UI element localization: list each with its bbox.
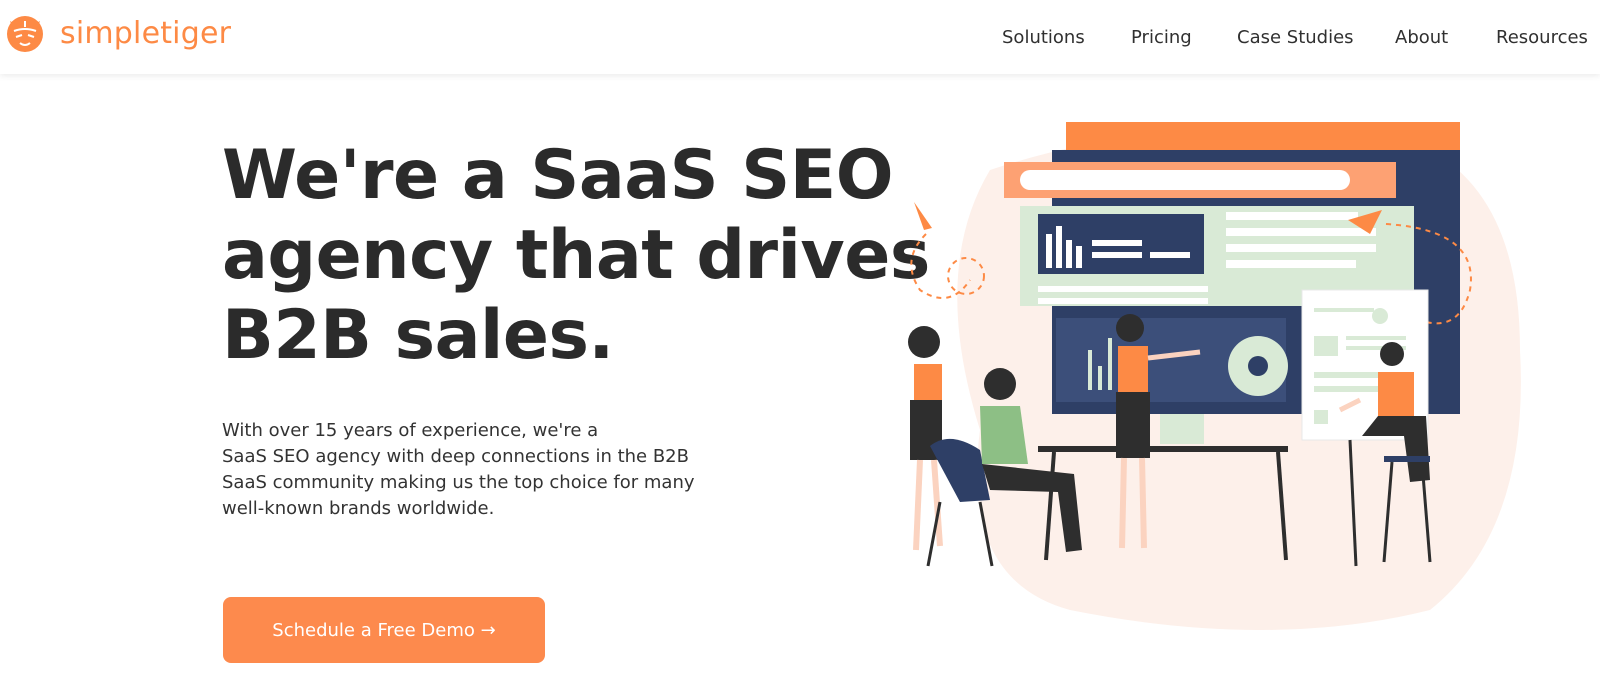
main-nav: Solutions Pricing Case Studies About Res… [0,24,1600,52]
team-working-illustration [908,122,1521,630]
hero-description-line-1: With over 15 years of experience, we're … [222,420,599,441]
schedule-demo-button[interactable]: Schedule a Free Demo → [223,597,545,663]
nav-solutions[interactable]: Solutions [1002,24,1085,52]
hero-title-line-3: B2B sales. [222,296,614,375]
hero-description-line-3: SaaS community making us the top choice … [222,472,695,493]
hero-description-line-2: SaaS SEO agency with deep connections in… [222,446,689,467]
hero-description-line-4: well-known brands worldwide. [222,498,495,519]
nav-case-studies[interactable]: Case Studies [1237,24,1354,52]
nav-resources[interactable]: Resources [1496,24,1588,52]
hero-description: With over 15 years of experience, we're … [222,418,722,522]
site-header: simpletiger Solutions Pricing Case Studi… [0,0,1600,74]
nav-pricing[interactable]: Pricing [1131,24,1192,52]
hero-title-line-2: agency that drives [222,216,930,295]
hero-title: We're a SaaS SEO agency that drives B2B … [222,136,930,376]
hero-title-line-1: We're a SaaS SEO [222,136,894,215]
hero-illustration [870,110,1530,640]
nav-about[interactable]: About [1395,24,1448,52]
